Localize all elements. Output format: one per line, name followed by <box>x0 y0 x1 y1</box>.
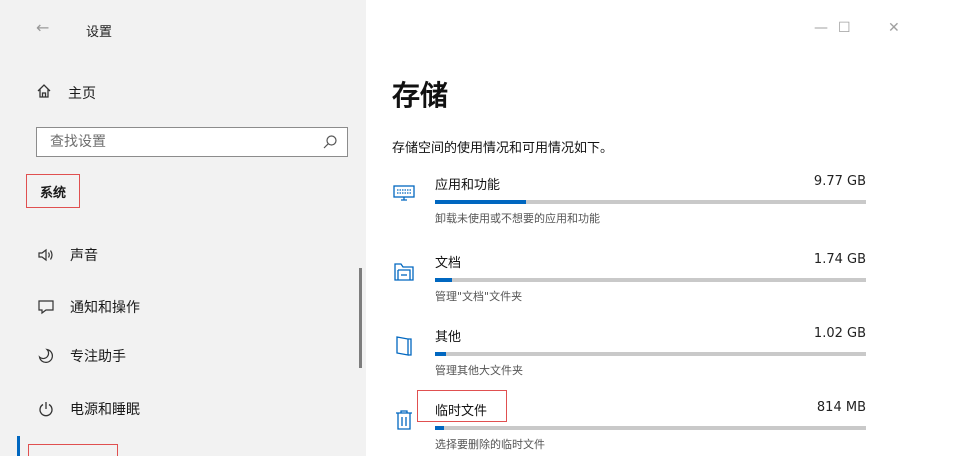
trash-icon <box>392 408 416 432</box>
category-subtitle: 选择要删除的临时文件 <box>435 438 545 451</box>
category-name: 其他 <box>435 330 462 345</box>
storage-category-apps[interactable]: 应用和功能 9.77 GB 卸载未使用或不想要的应用和功能 <box>392 172 872 232</box>
usage-bar-fill <box>435 278 453 282</box>
sidebar-scrollbar[interactable] <box>359 268 362 368</box>
search-input[interactable] <box>37 128 317 156</box>
sidebar-item-sound[interactable]: 声音 <box>36 244 98 266</box>
sidebar-item-label: 通知和操作 <box>70 300 140 316</box>
category-name: 应用和功能 <box>435 178 501 193</box>
search-box <box>36 127 348 157</box>
category-size: 9.77 GB <box>813 174 866 189</box>
moon-icon <box>36 346 56 366</box>
folder-icon <box>392 260 416 284</box>
close-button[interactable]: ✕ <box>888 20 900 36</box>
section-heading-system: 系统 <box>26 174 80 208</box>
storage-category-documents[interactable]: 文档 1.74 GB 管理"文档"文件夹 <box>392 250 872 310</box>
sidebar-item-notifications[interactable]: 通知和操作 <box>36 296 140 318</box>
maximize-button[interactable]: ☐ <box>838 20 851 36</box>
usage-bar <box>435 352 866 356</box>
app-title: 设置 <box>86 25 113 40</box>
storage-category-other[interactable]: 其他 1.02 GB 管理其他大文件夹 <box>392 324 872 384</box>
category-size: 1.02 GB <box>813 326 866 341</box>
minimize-button[interactable]: — <box>814 20 828 36</box>
speaker-icon <box>36 245 56 265</box>
category-subtitle: 管理"文档"文件夹 <box>435 290 523 303</box>
sidebar-item-storage-highlight[interactable] <box>28 444 118 456</box>
page-title: 存储 <box>392 79 449 112</box>
sidebar-item-focus-assist[interactable]: 专注助手 <box>36 345 126 367</box>
usage-bar-fill <box>435 200 526 204</box>
usage-bar <box>435 426 866 430</box>
usage-bar-fill <box>435 352 446 356</box>
notification-icon <box>36 297 56 317</box>
back-arrow-icon[interactable]: ← <box>36 18 49 37</box>
document-icon <box>392 334 416 358</box>
search-icon[interactable] <box>322 134 338 150</box>
usage-bar <box>435 278 866 282</box>
sidebar-item-label: 主页 <box>68 86 96 102</box>
category-size: 1.74 GB <box>813 252 866 267</box>
power-icon <box>36 399 56 419</box>
category-subtitle: 管理其他大文件夹 <box>435 364 523 377</box>
sidebar-item-power-sleep[interactable]: 电源和睡眠 <box>36 398 140 420</box>
sidebar-item-label: 电源和睡眠 <box>70 402 140 418</box>
page-description: 存储空间的使用情况和可用情况如下。 <box>392 141 614 156</box>
usage-bar <box>435 200 866 204</box>
temp-files-highlight <box>417 390 507 422</box>
sidebar: ← 设置 主页 系统 声音 通知和操作 专注助手 电源和睡 <box>0 0 366 456</box>
sidebar-item-home[interactable]: 主页 <box>36 82 96 104</box>
home-icon <box>36 83 54 103</box>
category-size: 814 MB <box>816 400 866 415</box>
usage-bar-fill <box>435 426 444 430</box>
main-content: — ☐ ✕ 存储 存储空间的使用情况和可用情况如下。 应用和功能 9.77 GB… <box>366 0 957 456</box>
selected-item-indicator <box>17 436 20 456</box>
category-name: 文档 <box>435 256 462 271</box>
category-subtitle: 卸载未使用或不想要的应用和功能 <box>435 212 600 225</box>
sidebar-item-label: 声音 <box>70 248 98 264</box>
apps-icon <box>392 182 416 206</box>
sidebar-item-label: 专注助手 <box>70 349 126 365</box>
